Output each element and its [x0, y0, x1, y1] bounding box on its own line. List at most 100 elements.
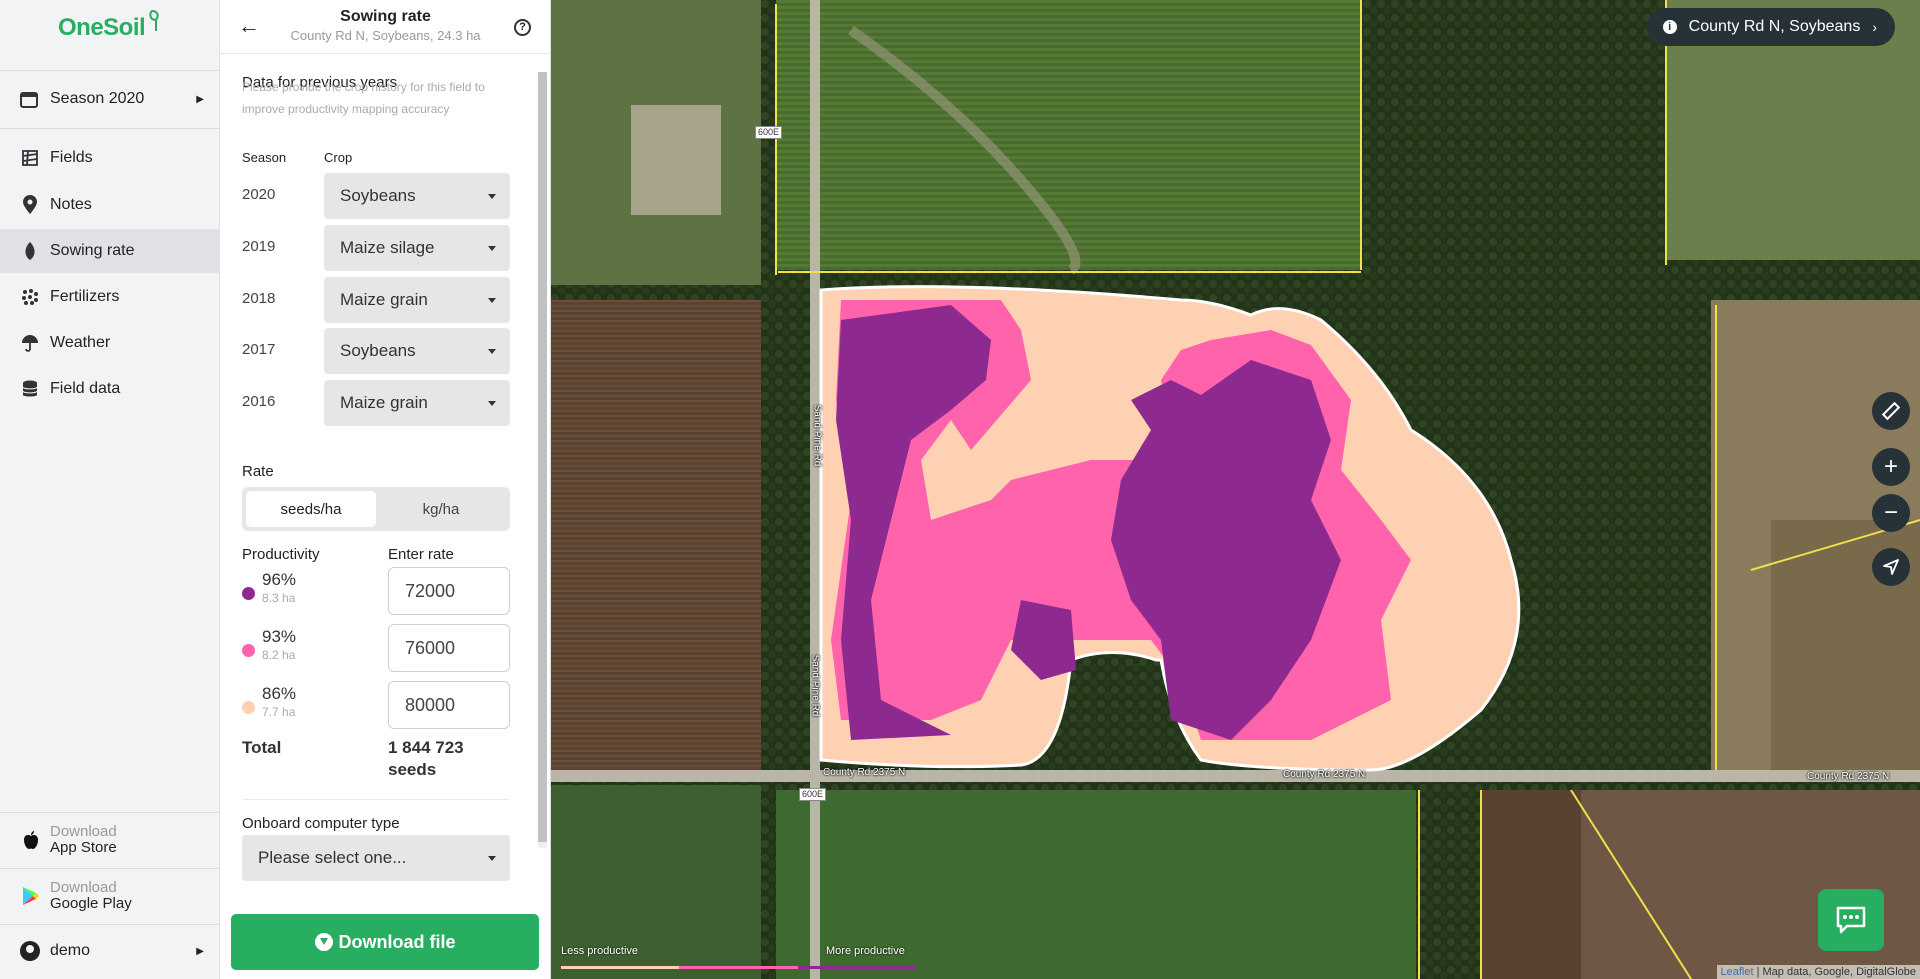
sidebar-item-notes[interactable]: Notes	[0, 183, 220, 227]
productivity-column-label: Productivity	[242, 546, 320, 563]
store-line2: Google Play	[50, 895, 132, 912]
crop-select-2019[interactable]: Maize silage	[324, 225, 510, 271]
crop-select-2020[interactable]: Soybeans	[324, 173, 510, 219]
sidebar-item-label: Fertilizers	[50, 288, 120, 305]
zone-productivity: 86%	[262, 684, 297, 703]
chevron-right-icon: ›	[1872, 19, 1877, 35]
sowing-rate-panel: ← Sowing rate County Rd N, Soybeans, 24.…	[220, 0, 551, 979]
total-value: 1 844 723	[388, 738, 464, 757]
chat-button[interactable]	[1818, 889, 1884, 951]
unit-seeds-option[interactable]: seeds/ha	[246, 491, 376, 527]
crop-select-2018[interactable]: Maize grain	[324, 277, 510, 323]
download-icon	[314, 933, 333, 951]
highway-shield: 600E	[755, 126, 783, 139]
user-menu[interactable]: demo ▶	[0, 930, 220, 972]
sidebar-item-label: Sowing rate	[50, 242, 135, 259]
sidebar-item-fertilizers[interactable]: Fertilizers	[0, 275, 220, 319]
store-line1: Download	[50, 879, 117, 896]
unit-kg-option[interactable]: kg/ha	[376, 491, 506, 527]
onboard-computer-select[interactable]: Please select one...	[242, 835, 510, 881]
rate-input-zone-2[interactable]: 76000	[388, 624, 510, 672]
crop-select-2016[interactable]: Maize grain	[324, 380, 510, 426]
enter-rate-column-label: Enter rate	[388, 546, 454, 563]
legend-segment-high	[797, 966, 916, 969]
seed-icon	[20, 241, 40, 261]
panel-subtitle: County Rd N, Soybeans, 24.3 ha	[290, 28, 481, 43]
legend-segment-low	[561, 966, 680, 969]
road-label: County Rd 2375 N	[823, 767, 906, 778]
divider	[0, 70, 220, 71]
onboard-placeholder: Please select one...	[258, 848, 407, 867]
divider	[0, 924, 220, 925]
sidebar-item-sowing-rate[interactable]: Sowing rate	[0, 229, 220, 273]
divider	[242, 799, 510, 800]
crop-select-2017[interactable]: Soybeans	[324, 328, 510, 374]
map-view[interactable]: 600E 600E County Rd 2375 N County Rd 237…	[551, 0, 1920, 979]
sidebar-item-weather[interactable]: Weather	[0, 321, 220, 365]
productivity-legend-bar	[561, 966, 916, 969]
caret-right-icon: ▶	[196, 93, 204, 105]
zone-color-dot	[242, 701, 255, 714]
rate-input-zone-3[interactable]: 80000	[388, 681, 510, 729]
panel-scrollbar[interactable]	[538, 72, 547, 848]
history-year: 2017	[242, 341, 276, 358]
google-play-icon	[20, 886, 42, 906]
season-selector[interactable]: Season 2020 ▶	[0, 80, 220, 118]
zoom-out-button[interactable]: −	[1872, 494, 1910, 532]
field-info-pill[interactable]: i County Rd N, Soybeans ›	[1646, 8, 1895, 46]
sidebar-item-label: Field data	[50, 380, 121, 397]
season-label: Season 2020	[50, 90, 145, 107]
zoom-in-button[interactable]: +	[1872, 448, 1910, 486]
pin-icon	[20, 195, 40, 215]
total-unit: seeds	[388, 760, 437, 779]
attribution-text: | Map data, Google, DigitalGlobe	[1756, 966, 1916, 978]
zone-area: 7.7 ha	[262, 705, 296, 719]
store-line1: Download	[50, 823, 117, 840]
sidebar-item-fields[interactable]: Fields	[0, 136, 220, 180]
rate-value: 76000	[405, 637, 456, 658]
zone-area: 8.3 ha	[262, 591, 296, 605]
satellite-map[interactable]	[551, 0, 1920, 979]
scrollbar-thumb[interactable]	[538, 72, 547, 842]
history-year: 2020	[242, 186, 276, 203]
season-column-label: Season	[242, 150, 287, 165]
sidebar-item-field-data[interactable]: Field data	[0, 367, 220, 411]
crop-value: Maize silage	[340, 238, 435, 257]
ruler-icon	[1881, 401, 1901, 421]
sidebar-item-label: Notes	[50, 196, 92, 213]
store-line2: App Store	[50, 839, 117, 856]
ruler-button[interactable]	[1872, 392, 1910, 430]
umbrella-icon	[20, 333, 40, 353]
panel-content[interactable]: Data for previous years Please provide t…	[220, 55, 551, 910]
map-attribution: Leaflet | Map data, Google, DigitalGlobe	[1716, 965, 1920, 979]
highway-shield: 600E	[799, 788, 827, 801]
help-icon[interactable]: ?	[514, 19, 531, 36]
crop-value: Maize grain	[340, 290, 428, 309]
road-label: County Rd 2375 N	[1807, 771, 1890, 782]
history-year: 2018	[242, 290, 276, 307]
onesoil-logo[interactable]: OneSoil	[58, 10, 165, 42]
caret-down-icon	[488, 246, 496, 251]
leaflet-link[interactable]: Leaflet	[1721, 966, 1754, 978]
caret-down-icon	[488, 401, 496, 406]
road-label: Sand Pine Rd	[809, 654, 821, 717]
fertilizer-icon	[20, 287, 40, 307]
app-store-link[interactable]: Download App Store	[0, 813, 220, 867]
crop-value: Soybeans	[340, 341, 416, 360]
unit-toggle: seeds/ha kg/ha	[242, 487, 510, 531]
crop-value: Soybeans	[340, 186, 416, 205]
download-label: Download file	[338, 931, 456, 952]
rate-value: 72000	[405, 580, 456, 601]
database-icon	[20, 379, 40, 399]
download-file-button[interactable]: Download file	[231, 914, 539, 970]
rate-input-zone-1[interactable]: 72000	[388, 567, 510, 615]
caret-down-icon	[488, 349, 496, 354]
fields-icon	[20, 148, 40, 168]
sidebar-item-label: Fields	[50, 149, 93, 166]
caret-right-icon: ▶	[196, 945, 204, 957]
locate-button[interactable]	[1872, 548, 1910, 586]
zone-color-dot	[242, 644, 255, 657]
panel-header: ← Sowing rate County Rd N, Soybeans, 24.…	[220, 0, 551, 54]
crop-column-label: Crop	[324, 150, 353, 165]
google-play-link[interactable]: Download Google Play	[0, 869, 220, 923]
